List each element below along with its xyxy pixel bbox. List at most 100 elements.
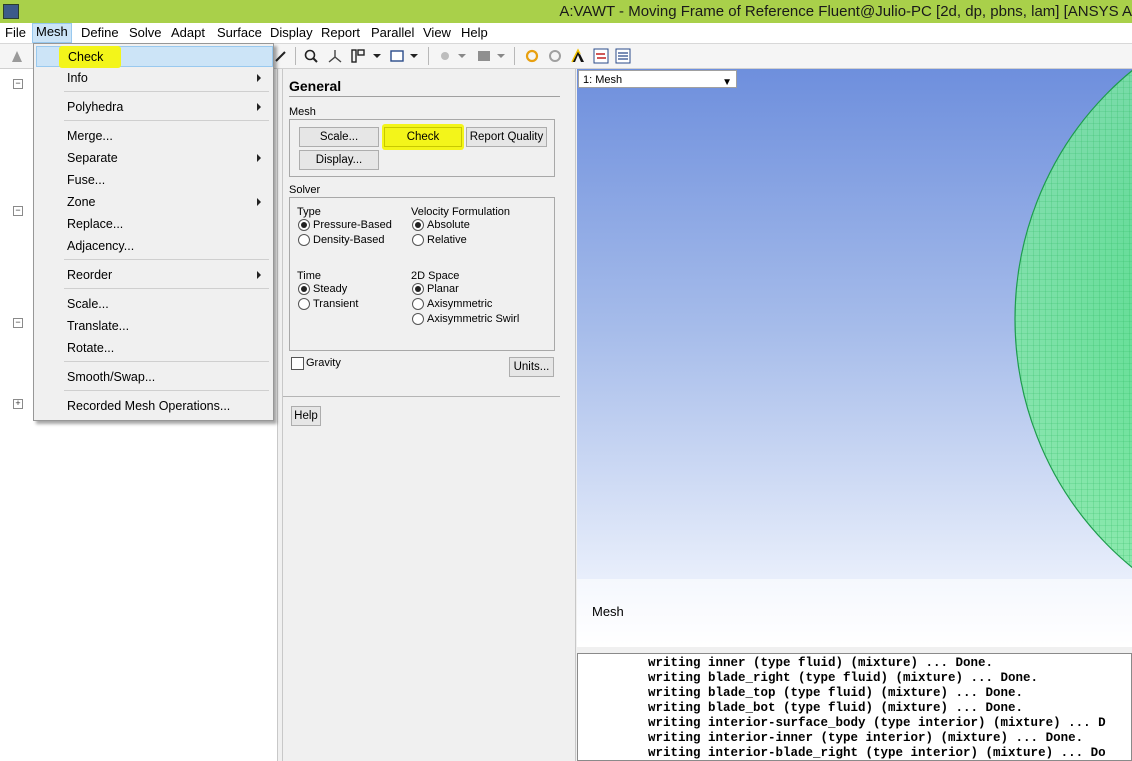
- caption-band: [577, 579, 1132, 647]
- menu-parallel[interactable]: Parallel: [371, 25, 414, 41]
- density-based-radio[interactable]: [298, 234, 310, 246]
- axisymmetric-swirl-radio[interactable]: [412, 313, 424, 325]
- menu-item-fuse[interactable]: Fuse...: [36, 170, 271, 190]
- window-title: A:VAWT - Moving Frame of Reference Fluen…: [559, 3, 1132, 20]
- menu-item-separate[interactable]: Separate: [36, 148, 271, 168]
- mode-icon[interactable]: [615, 48, 631, 64]
- relative-radio[interactable]: [412, 234, 424, 246]
- chevron-down-icon[interactable]: [496, 48, 506, 64]
- submenu-arrow-icon: [257, 154, 261, 162]
- menu-adapt[interactable]: Adapt: [171, 25, 205, 41]
- menu-mesh[interactable]: Mesh: [32, 23, 72, 43]
- absolute-radio[interactable]: [412, 219, 424, 231]
- ansys-icon[interactable]: [570, 48, 586, 64]
- pressure-based-radio[interactable]: [298, 219, 310, 231]
- menu-item-translate[interactable]: Translate...: [36, 316, 271, 336]
- menu-solve[interactable]: Solve: [129, 25, 162, 41]
- menu-separator: [64, 288, 269, 289]
- mesh-menu: Check Info Polyhedra Merge... Separate F…: [33, 43, 274, 421]
- axisymmetric-swirl-label: Axisymmetric Swirl: [427, 313, 520, 325]
- menu-item-polyhedra[interactable]: Polyhedra: [36, 97, 271, 117]
- menu-separator: [64, 259, 269, 260]
- help-button[interactable]: Help: [291, 406, 321, 426]
- menu-item-label: Info: [67, 71, 88, 85]
- menu-item-label: Merge...: [67, 129, 113, 143]
- velocity-formulation-label: Velocity Formulation: [411, 206, 511, 218]
- display-button[interactable]: Display...: [299, 150, 379, 170]
- menu-item-reorder[interactable]: Reorder: [36, 265, 271, 285]
- menu-file[interactable]: File: [5, 25, 26, 41]
- menu-item-merge[interactable]: Merge...: [36, 126, 271, 146]
- menu-define[interactable]: Define: [81, 25, 119, 41]
- console-line: writing interior-inner (type interior) (…: [648, 731, 1084, 745]
- tree-expander[interactable]: −: [13, 318, 23, 328]
- display-icon[interactable]: [476, 48, 492, 64]
- menu-item-scale[interactable]: Scale...: [36, 294, 271, 314]
- toolbar-separator: [428, 47, 429, 65]
- menu-display[interactable]: Display: [270, 25, 313, 41]
- type-label: Type: [297, 206, 321, 218]
- mesh-plot: [1014, 70, 1132, 568]
- check-button[interactable]: Check: [384, 127, 462, 147]
- console[interactable]: writing inner (type fluid) (mixture) ...…: [577, 653, 1132, 761]
- menu-item-label: Translate...: [67, 319, 130, 333]
- views-icon[interactable]: [350, 48, 366, 64]
- absolute-label: Absolute: [427, 219, 470, 231]
- title-bar: A:VAWT - Moving Frame of Reference Fluen…: [0, 0, 1132, 23]
- units-button[interactable]: Units...: [509, 357, 554, 377]
- section-divider: [283, 396, 560, 397]
- axisymmetric-radio[interactable]: [412, 298, 424, 310]
- transient-radio[interactable]: [298, 298, 310, 310]
- menu-report[interactable]: Report: [321, 25, 360, 41]
- menu-surface[interactable]: Surface: [217, 25, 262, 41]
- chevron-down-icon[interactable]: [409, 48, 419, 64]
- menu-item-label: Fuse...: [67, 173, 106, 187]
- menu-item-replace[interactable]: Replace...: [36, 214, 271, 234]
- menu-item-zone[interactable]: Zone: [36, 192, 271, 212]
- menu-item-label: Separate: [67, 151, 118, 165]
- chevron-down-icon[interactable]: [372, 48, 382, 64]
- menu-item-recorded-mesh-operations[interactable]: Recorded Mesh Operations...: [36, 396, 271, 416]
- pointer-icon[interactable]: [9, 48, 25, 64]
- zoom-icon[interactable]: [303, 48, 319, 64]
- menu-item-check[interactable]: Check: [36, 46, 273, 68]
- toolbar-separator: [514, 47, 515, 65]
- menu-item-adjacency[interactable]: Adjacency...: [36, 236, 271, 256]
- tree-expander[interactable]: −: [13, 206, 23, 216]
- graphics-caption: Mesh: [592, 604, 624, 619]
- menu-help[interactable]: Help: [461, 25, 488, 41]
- menu-separator: [64, 361, 269, 362]
- menu-item-rotate[interactable]: Rotate...: [36, 338, 271, 358]
- tree-expander[interactable]: −: [13, 79, 23, 89]
- console-line: writing blade_top (type fluid) (mixture)…: [648, 686, 1024, 700]
- sync-icon[interactable]: [547, 48, 563, 64]
- camera-icon[interactable]: [437, 48, 453, 64]
- probe-icon[interactable]: [273, 48, 289, 64]
- menu-item-label: Scale...: [67, 297, 109, 311]
- tree-expander[interactable]: +: [13, 399, 23, 409]
- mesh-group-label: Mesh: [289, 106, 316, 118]
- steady-radio[interactable]: [298, 283, 310, 295]
- console-line: writing interior-surface_body (type inte…: [648, 716, 1106, 730]
- refresh-icon[interactable]: [524, 48, 540, 64]
- chevron-down-icon[interactable]: [457, 48, 467, 64]
- graphics-window[interactable]: 1: Mesh ▼ Mesh: [577, 69, 1132, 647]
- menu-item-info[interactable]: Info: [36, 68, 271, 88]
- planar-radio[interactable]: [412, 283, 424, 295]
- report-quality-button[interactable]: Report Quality: [466, 127, 547, 147]
- pressure-based-label: Pressure-Based: [313, 219, 392, 231]
- swap-icon[interactable]: [593, 48, 609, 64]
- toolbar-separator: [295, 47, 296, 65]
- transient-label: Transient: [313, 298, 359, 310]
- menu-item-label: Smooth/Swap...: [67, 370, 156, 384]
- menu-bar: File Mesh Define Solve Adapt Surface Dis…: [0, 23, 1132, 44]
- planar-label: Planar: [427, 283, 459, 295]
- menu-view[interactable]: View: [423, 25, 451, 41]
- gravity-label: Gravity: [306, 357, 341, 369]
- axes-icon[interactable]: [327, 48, 343, 64]
- window-icon[interactable]: [389, 48, 405, 64]
- submenu-arrow-icon: [257, 74, 261, 82]
- scale-button[interactable]: Scale...: [299, 127, 379, 147]
- menu-item-smooth-swap[interactable]: Smooth/Swap...: [36, 367, 271, 387]
- gravity-checkbox[interactable]: [291, 357, 304, 370]
